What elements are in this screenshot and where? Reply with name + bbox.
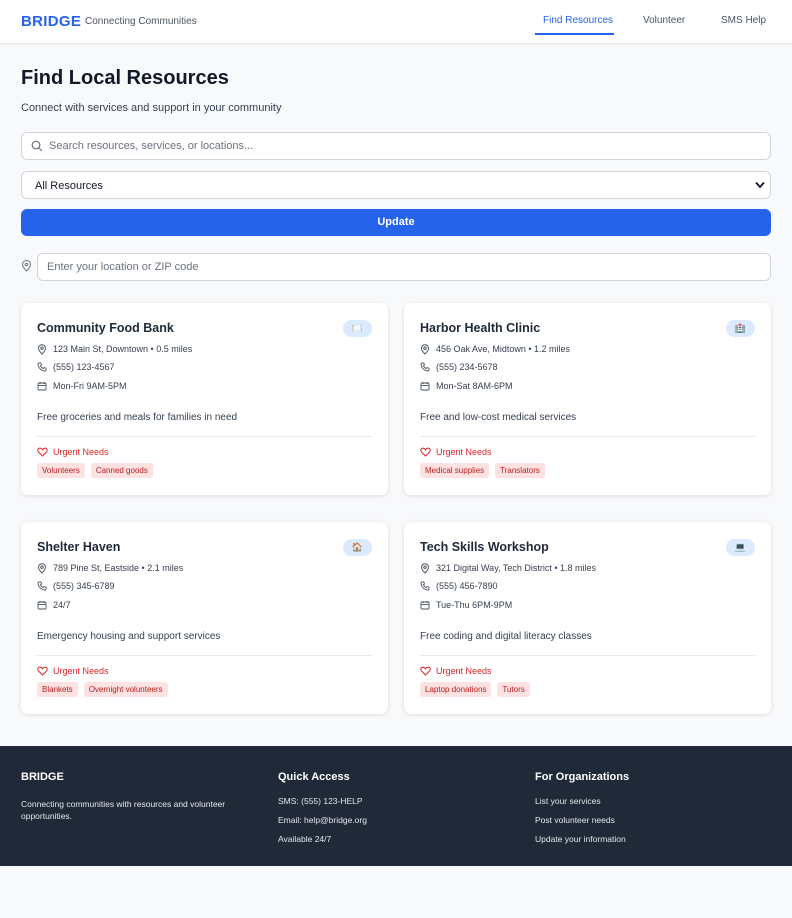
footer-update-info-link[interactable]: Update your information	[535, 834, 626, 844]
hours-text: Tue-Thu 6PM-9PM	[436, 600, 513, 610]
card-description: Free and low-cost medical services	[420, 412, 577, 423]
footer-list-services-link[interactable]: List your services	[535, 796, 601, 806]
need-tag: Laptop donations	[420, 682, 492, 697]
hours-text: Mon-Fri 9AM-5PM	[53, 381, 127, 391]
footer-quick-access-heading: Quick Access	[278, 771, 350, 783]
location-pin-icon	[21, 260, 32, 272]
need-tag: Tutors	[497, 682, 530, 697]
top-nav-bar: BRIDGE Connecting Communities Find Resou…	[0, 0, 792, 44]
address-text: 456 Oak Ave, Midtown • 1.2 miles	[436, 344, 571, 354]
heart-icon	[37, 447, 48, 457]
footer-availability: Available 24/7	[278, 834, 332, 844]
urgent-needs-text: Urgent Needs	[53, 666, 109, 676]
card-description: Free coding and digital literacy classes	[420, 631, 592, 642]
chevron-down-icon	[755, 181, 765, 189]
footer-post-needs-link[interactable]: Post volunteer needs	[535, 815, 615, 825]
page-subtitle: Connect with services and support in you…	[21, 102, 282, 114]
phone-text: (555) 345-6789	[53, 581, 115, 591]
card-divider	[37, 436, 372, 437]
footer-brand: BRIDGE	[21, 771, 64, 783]
location-pin-icon	[420, 344, 430, 355]
footer-organizations-heading: For Organizations	[535, 771, 630, 783]
location-pin-icon	[420, 563, 430, 574]
nav-volunteer[interactable]: Volunteer	[643, 15, 685, 26]
card-title[interactable]: Community Food Bank	[37, 321, 174, 335]
heart-icon	[420, 666, 431, 676]
hours-text: Mon-Sat 8AM-6PM	[436, 381, 513, 391]
calendar-icon	[37, 382, 47, 391]
phone-text: (555) 123-4567	[53, 362, 115, 372]
phone-icon	[37, 362, 47, 372]
search-field[interactable]	[21, 132, 771, 160]
footer-sms-link[interactable]: SMS: (555) 123-HELP	[278, 796, 363, 806]
urgent-needs-text: Urgent Needs	[53, 447, 109, 457]
phone-icon	[37, 581, 47, 591]
urgent-needs-text: Urgent Needs	[436, 447, 492, 457]
page-title: Find Local Resources	[21, 67, 229, 89]
card-title[interactable]: Tech Skills Workshop	[420, 540, 549, 554]
resource-card[interactable]: Shelter Haven 🏠 789 Pine St, Eastside • …	[21, 522, 388, 714]
need-tag: Medical supplies	[420, 463, 490, 478]
location-input[interactable]	[47, 254, 747, 280]
card-divider	[420, 655, 755, 656]
footer-description: Connecting communities with resources an…	[21, 799, 226, 821]
need-tag: Volunteers	[37, 463, 85, 478]
phone-icon	[420, 581, 430, 591]
phone-text: (555) 456-7890	[436, 581, 498, 591]
brand-logo[interactable]: BRIDGE	[21, 13, 81, 30]
brand-tagline: Connecting Communities	[85, 16, 197, 27]
need-tag: Blankets	[37, 682, 78, 697]
footer: BRIDGE Connecting communities with resou…	[0, 746, 792, 866]
category-badge-icon: 🏥	[726, 320, 755, 337]
resource-card[interactable]: Tech Skills Workshop 💻 321 Digital Way, …	[404, 522, 771, 714]
address-text: 123 Main St, Downtown • 0.5 miles	[53, 344, 193, 354]
category-badge-icon: 🏠	[343, 539, 372, 556]
resource-filter-select[interactable]: All Resources	[21, 171, 771, 199]
need-tag: Canned goods	[90, 463, 153, 478]
footer-email-link[interactable]: Email: help@bridge.org	[278, 815, 367, 825]
needs-tag-list: Medical supplies Translators	[420, 463, 545, 478]
need-tag: Translators	[495, 463, 545, 478]
address-text: 789 Pine St, Eastside • 2.1 miles	[53, 563, 184, 573]
search-input[interactable]	[49, 133, 749, 159]
card-divider	[420, 436, 755, 437]
heart-icon	[37, 666, 48, 676]
filter-selected-value: All Resources	[35, 180, 103, 192]
heart-icon	[420, 447, 431, 457]
card-divider	[37, 655, 372, 656]
card-title[interactable]: Shelter Haven	[37, 540, 120, 554]
nav-find-resources[interactable]: Find Resources	[543, 15, 613, 26]
location-field[interactable]	[37, 253, 771, 281]
needs-tag-list: Blankets Overnight volunteers	[37, 682, 168, 697]
update-button[interactable]: Update	[21, 209, 771, 236]
phone-text: (555) 234-5678	[436, 362, 498, 372]
card-description: Emergency housing and support services	[37, 631, 221, 642]
location-pin-icon	[37, 563, 47, 574]
hours-text: 24/7	[53, 600, 71, 610]
location-pin-icon	[37, 344, 47, 355]
calendar-icon	[420, 382, 430, 391]
category-badge-icon: 💻	[726, 539, 755, 556]
search-icon	[31, 140, 43, 152]
need-tag: Overnight volunteers	[83, 682, 168, 697]
needs-tag-list: Laptop donations Tutors	[420, 682, 530, 697]
card-description: Free groceries and meals for families in…	[37, 412, 238, 423]
resource-card[interactable]: Harbor Health Clinic 🏥 456 Oak Ave, Midt…	[404, 303, 771, 495]
urgent-needs-text: Urgent Needs	[436, 666, 492, 676]
needs-tag-list: Volunteers Canned goods	[37, 463, 153, 478]
active-nav-indicator	[535, 33, 614, 35]
card-title[interactable]: Harbor Health Clinic	[420, 321, 540, 335]
nav-sms-help[interactable]: SMS Help	[721, 15, 766, 26]
resource-card[interactable]: Community Food Bank 🍽️ 123 Main St, Down…	[21, 303, 388, 495]
phone-icon	[420, 362, 430, 372]
calendar-icon	[37, 601, 47, 610]
category-badge-icon: 🍽️	[343, 320, 372, 337]
address-text: 321 Digital Way, Tech District • 1.8 mil…	[436, 563, 597, 573]
calendar-icon	[420, 601, 430, 610]
